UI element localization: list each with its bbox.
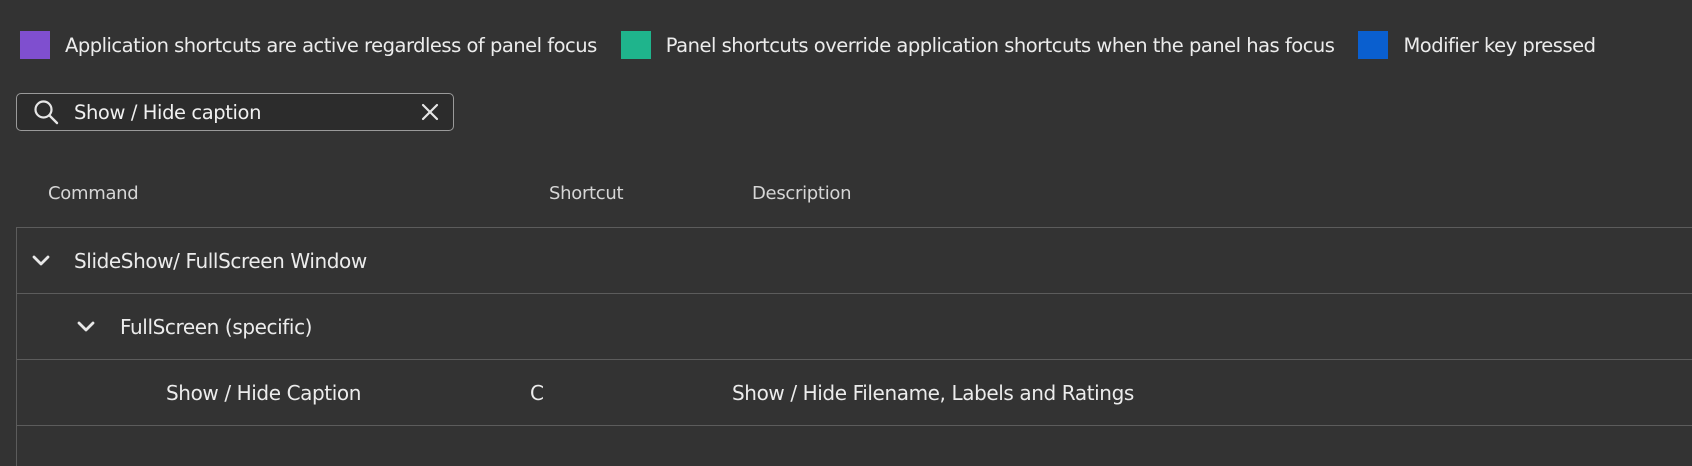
column-header-description[interactable]: Description (752, 183, 852, 204)
legend-item-modifier: Modifier key pressed (1358, 31, 1596, 59)
command-cell: Show / Hide Caption (166, 380, 361, 405)
legend-label: Panel shortcuts override application sho… (665, 33, 1335, 57)
table-row[interactable]: Show / Hide Caption C Show / Hide Filena… (17, 360, 1692, 426)
keyboard-shortcuts-panel: Application shortcuts are active regardl… (0, 0, 1692, 466)
shortcut-cell[interactable]: C (530, 381, 544, 405)
description-cell: Show / Hide Filename, Labels and Ratings (732, 380, 1134, 405)
search-input[interactable] (74, 100, 411, 124)
legend-label: Modifier key pressed (1403, 33, 1596, 57)
legend-item-application: Application shortcuts are active regardl… (20, 31, 597, 59)
subgroup-label: FullScreen (specific) (120, 314, 313, 339)
close-icon[interactable] (419, 101, 441, 123)
column-header-shortcut[interactable]: Shortcut (549, 183, 624, 204)
legend-label: Application shortcuts are active regardl… (65, 33, 597, 57)
group-row[interactable]: SlideShow/ FullScreen Window (17, 228, 1692, 294)
group-label: SlideShow/ FullScreen Window (74, 248, 367, 273)
column-header-command[interactable]: Command (48, 183, 139, 204)
modifier-key-swatch (1358, 31, 1389, 59)
panel-shortcut-swatch (620, 31, 651, 59)
search-icon (34, 100, 59, 125)
subgroup-row[interactable]: FullScreen (specific) (17, 294, 1692, 360)
search-field[interactable] (16, 93, 454, 131)
chevron-down-icon[interactable] (75, 316, 97, 338)
shortcuts-table: SlideShow/ FullScreen Window FullScreen … (16, 227, 1692, 466)
shortcut-legend: Application shortcuts are active regardl… (20, 30, 1596, 60)
application-shortcut-swatch (20, 31, 50, 59)
chevron-down-icon[interactable] (30, 250, 52, 272)
legend-item-panel: Panel shortcuts override application sho… (620, 31, 1335, 59)
